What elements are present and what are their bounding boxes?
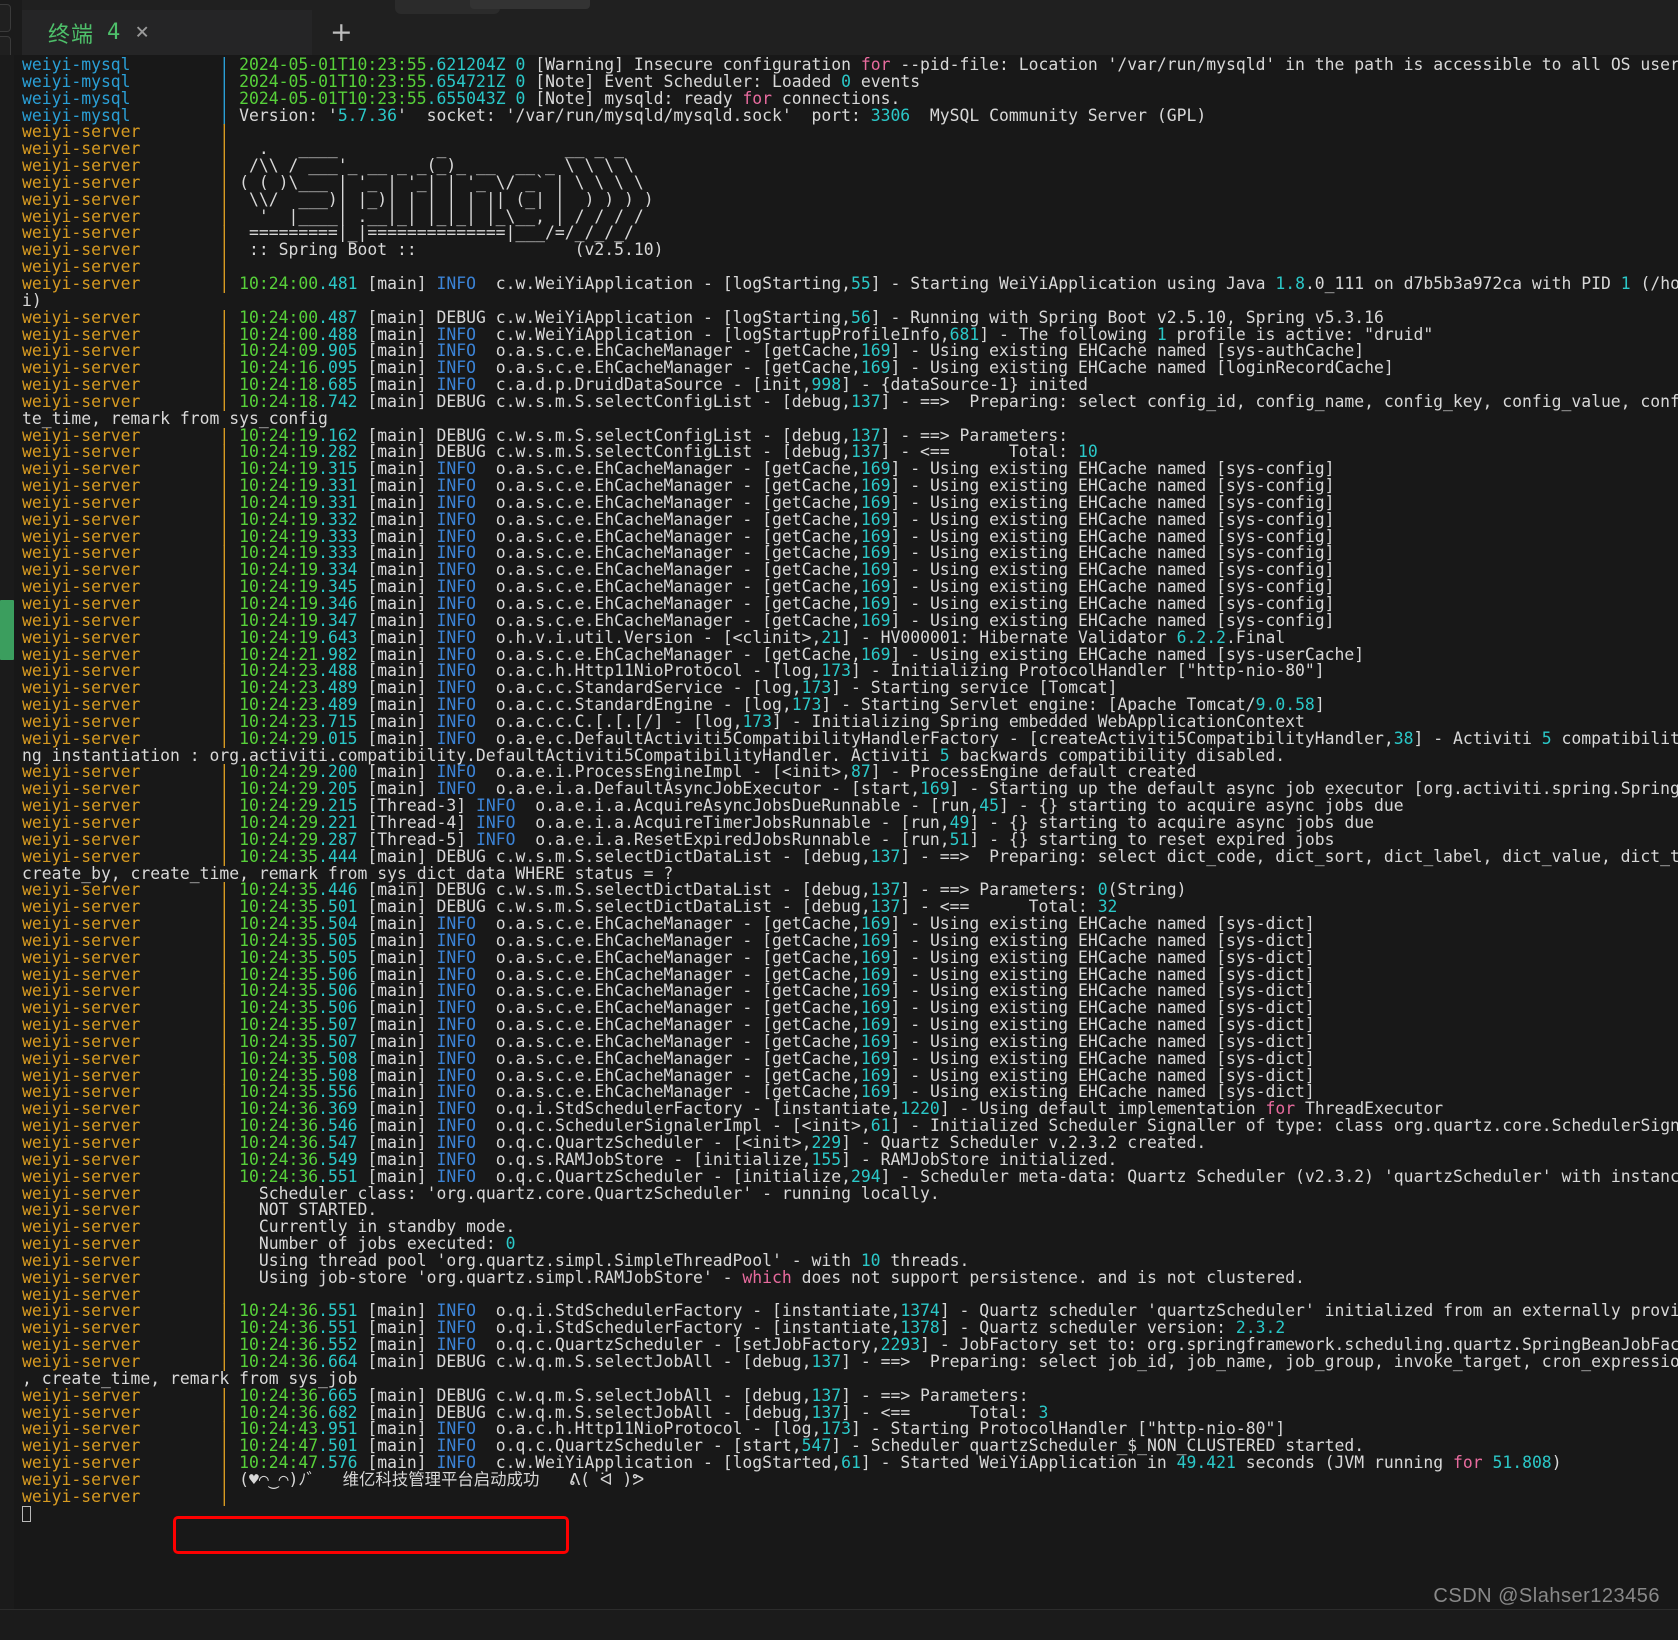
terminal-line: weiyi-server | 10:24:36.551 [main] INFO … [22, 1169, 1678, 1186]
tab-title: 终端 [48, 17, 94, 49]
terminal-line: weiyi-server | [22, 1489, 1678, 1506]
terminal-line: weiyi-server | 10:24:00.481 [main] INFO … [22, 276, 1678, 293]
tab-count-badge: 4 [107, 20, 120, 45]
close-icon[interactable]: × [135, 21, 149, 44]
terminal-line: weiyi-mysql | Version: '5.7.36' socket: … [22, 108, 1678, 125]
gutter-pill-top [0, 4, 11, 32]
scroll-marker-gutter[interactable] [0, 55, 14, 1609]
watermark-label: CSDN @Slahser123456 [1433, 1585, 1660, 1608]
tabbar-left-gutter [0, 0, 22, 55]
terminal-line: weiyi-server | (♥◠‿◠)ﾉ゛ 维亿科技管理平台启动成功 ᕕ( … [22, 1472, 1678, 1489]
status-bar [0, 1609, 1678, 1640]
tab-terminal[interactable]: 终端 4 × [22, 10, 312, 55]
terminal-line: weiyi-server | 10:24:35.444 [main] DEBUG… [22, 849, 1678, 866]
scrollbar-thumb[interactable] [0, 600, 14, 660]
window-notch-secondary [470, 0, 590, 9]
terminal-line: weiyi-mysql | 2024-05-01T10:23:55.655043… [22, 91, 1678, 108]
terminal-cursor-line[interactable] [22, 1506, 1678, 1523]
tab-bar: 终端 4 × + [0, 0, 1678, 55]
terminal-line: weiyi-server | Using job-store 'org.quar… [22, 1270, 1678, 1287]
terminal-body: weiyi-mysql | 2024-05-01T10:23:55.621204… [0, 55, 1678, 1609]
terminal-line: weiyi-server | :: Spring Boot :: (v2.5.1… [22, 242, 1678, 259]
add-tab-icon[interactable]: + [312, 19, 371, 46]
terminal-output[interactable]: weiyi-mysql | 2024-05-01T10:23:55.621204… [14, 55, 1678, 1609]
cursor-block [22, 1506, 31, 1522]
terminal-window: 终端 4 × + weiyi-mysql | 2024-05-01T10:23:… [0, 0, 1678, 1640]
